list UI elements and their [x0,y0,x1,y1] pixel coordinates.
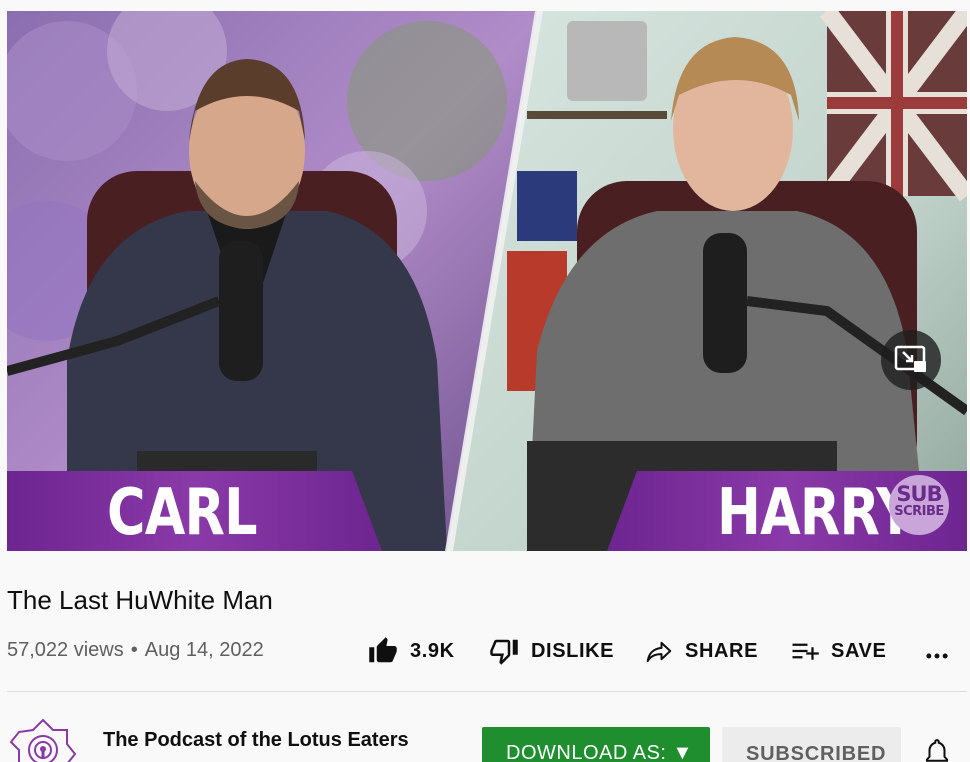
like-button[interactable]: 3.9K [368,636,455,666]
meta-separator: • [130,639,138,661]
video-player[interactable]: CARL HARRY SUB SCRIBE [7,11,967,551]
save-button[interactable]: SAVE [789,636,886,666]
share-icon [646,641,672,662]
bell-icon[interactable] [922,737,952,762]
subscribe-badge[interactable]: SUB SCRIBE [889,475,949,535]
share-label: SHARE [685,639,759,662]
download-as-button[interactable]: DOWNLOAD AS: ▼ [482,727,710,762]
channel-avatar[interactable] [7,716,79,762]
dislike-label: DISLIKE [531,639,615,662]
miniplayer-button[interactable] [881,330,941,390]
like-count: 3.9K [410,639,455,662]
channel-name[interactable]: The Podcast of the Lotus Eaters [103,729,409,752]
video-meta: 57,022 views • Aug 14, 2022 [7,637,264,663]
host-name-harry: HARRY [717,476,914,550]
upload-date: Aug 14, 2022 [144,639,264,661]
view-count: 57,022 views [7,639,124,661]
thumbs-down-icon [490,639,518,665]
subscribe-badge-line1: SUB [896,482,942,506]
video-title: The Last HuWhite Man [7,585,273,615]
playlist-add-icon [792,643,819,660]
section-divider [7,691,967,692]
dislike-button[interactable]: DISLIKE [489,636,614,666]
host-name-carl: CARL [107,476,258,550]
more-actions-button[interactable] [923,642,951,670]
video-frame [7,11,967,551]
miniplayer-icon [894,345,926,372]
more-icon [926,653,948,659]
subscribe-badge-line2: SCRIBE [894,504,944,519]
thumbs-up-icon [369,637,397,663]
share-button[interactable]: SHARE [643,636,758,666]
save-label: SAVE [831,639,887,662]
subscribed-button[interactable]: SUBSCRIBED [722,727,901,762]
